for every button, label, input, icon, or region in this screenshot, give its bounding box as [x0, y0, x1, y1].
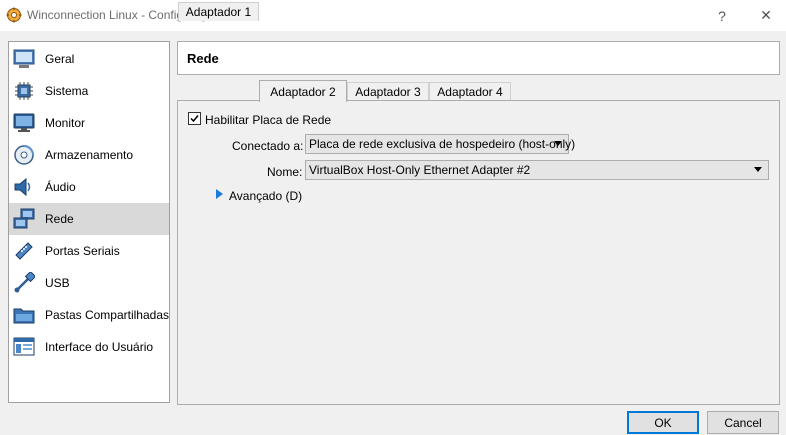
- settings-sidebar: Geral Sistema Monitor Armazenamento Áudi…: [8, 41, 170, 403]
- speaker-icon: [12, 175, 36, 199]
- enable-adapter-checkbox[interactable]: [188, 112, 201, 125]
- expand-arrow-icon[interactable]: [216, 189, 223, 199]
- name-label: Nome:: [267, 165, 303, 179]
- sidebar-item-label: Pastas Compartilhadas: [44, 308, 169, 322]
- tab-adaptador-2[interactable]: Adaptador 2: [259, 80, 347, 102]
- tab-adaptador-1[interactable]: Adaptador 1: [178, 2, 259, 21]
- close-button[interactable]: ✕: [746, 0, 786, 31]
- sidebar-item-label: Monitor: [45, 116, 86, 130]
- cancel-button[interactable]: Cancel: [707, 411, 779, 434]
- sidebar-item-label: Geral: [45, 52, 75, 66]
- general-icon: [12, 47, 36, 71]
- enable-adapter-label: Habilitar Placa de Rede: [205, 113, 332, 127]
- tab-label: Adaptador 3: [355, 85, 421, 99]
- virtualbox-gear-icon: [6, 7, 22, 23]
- sidebar-item-pastas-compartilhadas[interactable]: Pastas Compartilhadas: [9, 299, 169, 331]
- sidebar-item-interface-do-usuario[interactable]: Interface do Usuário: [9, 331, 169, 363]
- attached-to-select[interactable]: Placa de rede exclusiva de hospedeiro (h…: [305, 134, 575, 154]
- adapter-name-select[interactable]: VirtualBox Host-Only Ethernet Adapter #2: [305, 160, 769, 180]
- sidebar-item-usb[interactable]: USB: [9, 267, 169, 299]
- ok-button-label: OK: [654, 415, 672, 430]
- sidebar-item-label: USB: [45, 276, 70, 290]
- sidebar-item-sistema[interactable]: Sistema: [9, 75, 169, 107]
- tab-label: Adaptador 2: [270, 84, 336, 99]
- sidebar-item-label: Áudio: [45, 180, 76, 194]
- tab-label: Adaptador 4: [437, 85, 503, 99]
- tab-adaptador-3[interactable]: Adaptador 3: [347, 82, 429, 101]
- cancel-button-label: Cancel: [724, 415, 762, 430]
- attached-to-value: Placa de rede exclusiva de hospedeiro (h…: [309, 137, 576, 151]
- help-button[interactable]: ?: [702, 0, 742, 31]
- usb-icon: [12, 271, 36, 295]
- sidebar-item-label: Armazenamento: [45, 148, 134, 162]
- sidebar-item-geral[interactable]: Geral: [9, 43, 169, 75]
- sidebar-item-label: Sistema: [45, 84, 89, 98]
- serial-port-icon: [12, 239, 36, 263]
- sidebar-item-monitor[interactable]: Monitor: [9, 107, 169, 139]
- page-header: Rede: [177, 41, 780, 75]
- title-bar: Winconnection Linux - Configurações ? ✕: [0, 0, 786, 31]
- system-chip-icon: [12, 79, 36, 103]
- page-title: Rede: [187, 51, 219, 66]
- shared-folder-icon: [12, 303, 36, 327]
- sidebar-item-armazenamento[interactable]: Armazenamento: [9, 139, 169, 171]
- sidebar-item-rede[interactable]: Rede: [9, 203, 169, 235]
- advanced-toggle[interactable]: Avançado (D): [229, 189, 302, 203]
- chevron-down-icon: [754, 167, 762, 172]
- tab-label: Adaptador 1: [185, 5, 252, 19]
- monitor-icon: [12, 111, 36, 135]
- sidebar-item-portas-seriais[interactable]: Portas Seriais: [9, 235, 169, 267]
- sidebar-item-label: Interface do Usuário: [45, 340, 154, 354]
- adapter-name-value: VirtualBox Host-Only Ethernet Adapter #2: [309, 163, 531, 177]
- help-icon: ?: [718, 7, 726, 24]
- sidebar-item-label: Portas Seriais: [45, 244, 120, 258]
- tab-adaptador-4[interactable]: Adaptador 4: [429, 82, 511, 101]
- attached-to-label: Conectado a:: [232, 139, 304, 153]
- storage-icon: [12, 143, 36, 167]
- ok-button[interactable]: OK: [627, 411, 699, 434]
- network-icon: [12, 207, 36, 231]
- user-interface-icon: [12, 335, 36, 359]
- chevron-down-icon: [554, 141, 562, 146]
- checkmark-icon: [190, 115, 199, 123]
- sidebar-item-audio[interactable]: Áudio: [9, 171, 169, 203]
- sidebar-item-label: Rede: [45, 212, 74, 226]
- close-icon: ✕: [760, 7, 772, 23]
